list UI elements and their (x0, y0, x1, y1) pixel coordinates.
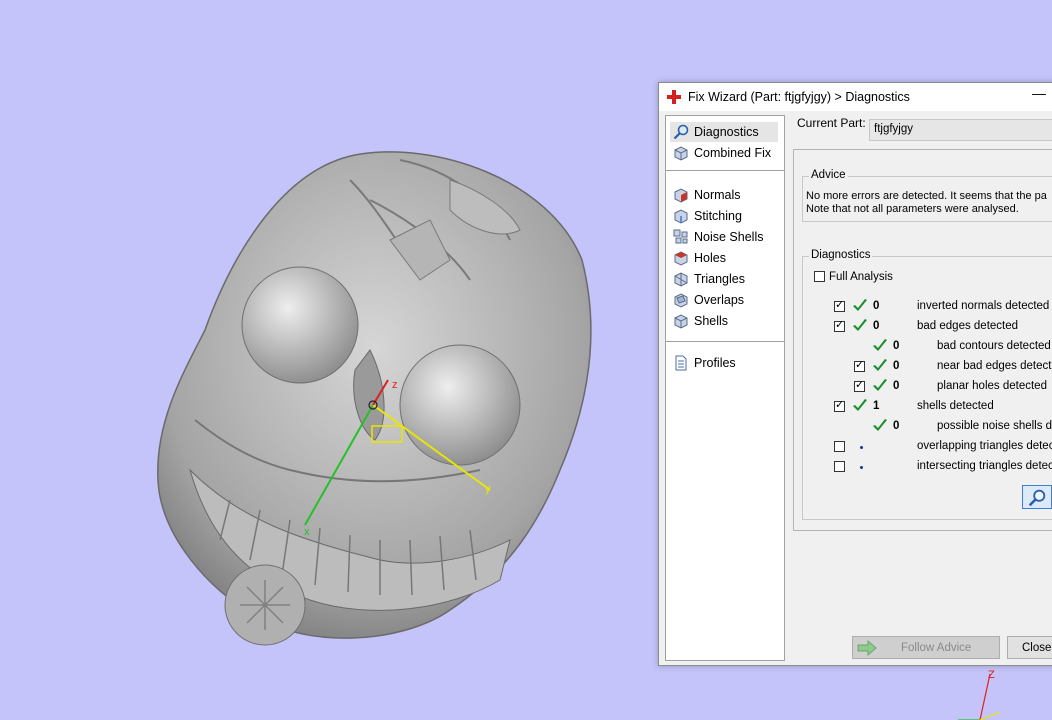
orientation-indicator: Z (958, 669, 1000, 720)
diag-label-bad-edges: bad edges detected (917, 320, 1019, 332)
diagnostics-title: Diagnostics (809, 249, 873, 261)
axis-x-label: x (304, 526, 310, 538)
nav-item-noise-shells[interactable]: Noise Shells (670, 227, 778, 247)
nav-label-triangles: Triangles (694, 272, 745, 286)
triangles-cube-icon (674, 272, 688, 287)
diag-row-checkbox-bad-edges[interactable] (834, 319, 845, 332)
full-analysis-checkbox[interactable] (814, 271, 825, 282)
diag-row-checkbox-shells[interactable] (834, 399, 845, 412)
green-check-icon (853, 319, 867, 331)
arrow-right-icon (857, 640, 877, 656)
noise-shells-icon (673, 229, 688, 244)
nav-item-triangles[interactable]: Triangles (670, 269, 778, 289)
nav-label-stitching: Stitching (694, 209, 742, 223)
diag-label-shells: shells detected (917, 400, 994, 412)
diag-row-checkbox-near-bad-edges[interactable] (854, 359, 865, 372)
magnifier-icon (1028, 489, 1046, 507)
green-check-icon (873, 419, 887, 431)
nav-label-shells: Shells (694, 314, 729, 328)
axis-z-label: z (392, 379, 398, 391)
diag-count-noise-shells: 0 (893, 420, 900, 432)
current-part-field: ftjgfyjgy (869, 119, 1052, 141)
nav-label-combined-fix: Combined Fix (694, 146, 772, 160)
nav-item-profiles[interactable]: Profiles (670, 353, 778, 373)
nav-label-noise-shells: Noise Shells (694, 230, 764, 244)
follow-advice-label: Follow Advice (901, 642, 972, 654)
diag-label-near-bad-edges: near bad edges detecte (937, 360, 1052, 372)
diag-count-bad-contours: 0 (893, 340, 900, 352)
diag-label-inverted-normals: inverted normals detected (917, 300, 1050, 312)
green-check-icon (873, 379, 887, 391)
red-cross-icon (667, 90, 681, 104)
advice-line-2: Note that not all parameters were analys… (806, 203, 1019, 215)
current-part-value: ftjgfyjgy (874, 123, 913, 135)
diag-count-near-bad-edges: 0 (893, 360, 900, 372)
minimize-button[interactable]: — (1029, 85, 1049, 107)
nav-label-overlaps: Overlaps (694, 293, 745, 307)
nav-label-profiles: Profiles (694, 356, 736, 370)
shells-cube-icon (674, 314, 688, 329)
analyze-button[interactable] (1022, 485, 1052, 509)
close-button[interactable]: Close (1007, 636, 1052, 659)
axis-y-label: y (485, 483, 491, 495)
diag-row-checkbox-intersecting-triangles[interactable] (834, 461, 845, 472)
diag-count-shells: 1 (873, 400, 880, 412)
advice-line-1: No more errors are detected. It seems th… (806, 190, 1047, 202)
diag-count-planar-holes: 0 (893, 380, 900, 392)
nav-label-holes: Holes (694, 251, 726, 265)
green-check-icon (853, 299, 867, 311)
pending-dot-icon (860, 446, 863, 449)
diag-label-planar-holes: planar holes detected (937, 380, 1047, 392)
magnifier-icon (673, 124, 689, 140)
diag-row-checkbox-inverted-normals[interactable] (834, 299, 845, 312)
fix-wizard-dialog: Fix Wizard (Part: ftjgfyjgy) > Diagnosti… (658, 82, 1052, 666)
normals-cube-icon (674, 188, 688, 203)
diag-label-overlapping-triangles: overlapping triangles detecte (917, 440, 1052, 452)
diag-count-inverted-normals: 0 (873, 300, 880, 312)
nav-item-stitching[interactable]: Stitching (670, 206, 778, 226)
diag-label-bad-contours: bad contours detected (937, 340, 1051, 352)
nav-item-combined-fix[interactable]: Combined Fix (670, 143, 778, 163)
nav-separator (666, 170, 784, 171)
dialog-titlebar[interactable]: Fix Wizard (Part: ftjgfyjgy) > Diagnosti… (659, 83, 1052, 111)
nav-label-normals: Normals (694, 188, 741, 202)
nav-item-overlaps[interactable]: Overlaps (670, 290, 778, 310)
green-check-icon (873, 339, 887, 351)
diagnostics-panel: Advice No more errors are detected. It s… (793, 149, 1052, 531)
nav-separator (666, 341, 784, 342)
holes-cube-icon (674, 251, 688, 266)
current-part-label: Current Part: (797, 116, 866, 130)
pending-dot-icon (860, 466, 863, 469)
wizard-nav: Diagnostics Combined Fix Normals Stitchi… (665, 115, 785, 661)
diag-label-intersecting-triangles: intersecting triangles detecte (917, 460, 1052, 472)
nav-item-normals[interactable]: Normals (670, 185, 778, 205)
diag-count-bad-edges: 0 (873, 320, 880, 332)
full-analysis-label: Full Analysis (829, 271, 893, 283)
dialog-title: Fix Wizard (Part: ftjgfyjgy) > Diagnosti… (688, 90, 910, 104)
overlaps-cube-icon (674, 293, 688, 308)
document-icon (675, 355, 687, 371)
diag-row-checkbox-planar-holes[interactable] (854, 379, 865, 392)
advice-title: Advice (809, 169, 848, 181)
nav-item-diagnostics[interactable]: Diagnostics (670, 122, 778, 142)
diag-row-checkbox-overlapping-triangles[interactable] (834, 441, 845, 452)
diag-label-noise-shells: possible noise shells dete (937, 420, 1052, 432)
green-check-icon (873, 359, 887, 371)
mini-axis-z-label: Z (988, 669, 995, 681)
cube-icon (674, 146, 688, 161)
nav-item-holes[interactable]: Holes (670, 248, 778, 268)
close-label: Close (1022, 642, 1052, 654)
stitching-cube-icon (674, 209, 688, 224)
nav-item-shells[interactable]: Shells (670, 311, 778, 331)
follow-advice-button[interactable]: Follow Advice (852, 636, 1000, 659)
green-check-icon (853, 399, 867, 411)
skull-model[interactable]: x y z (150, 140, 600, 660)
nav-label-diagnostics: Diagnostics (694, 125, 759, 139)
